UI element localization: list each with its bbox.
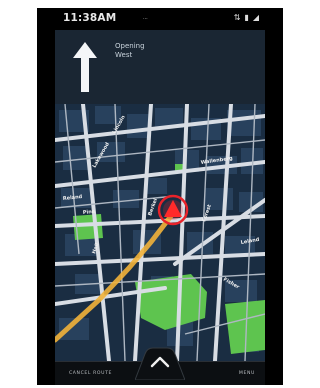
current-location-icon [157, 194, 189, 226]
phone-frame: 11:38AM ... ⇅ ▮ ◢ Opening West Lincoln W… [37, 8, 283, 385]
status-bar: 11:38AM ... ⇅ ▮ ◢ [55, 8, 265, 30]
menu-button[interactable]: MENU [239, 371, 255, 376]
expand-tab[interactable] [134, 344, 186, 381]
map-view[interactable]: Lincoln Wallenberg Lakewood Reland Pine … [55, 104, 265, 361]
status-icons: ⇅ ▮ ◢ [234, 13, 259, 23]
straight-up-arrow-icon [67, 38, 103, 96]
battery-icon: ▮ [244, 13, 249, 22]
direction-street: West [115, 51, 133, 59]
device-screen: 11:38AM ... ⇅ ▮ ◢ Opening West Lincoln W… [55, 8, 265, 385]
cancel-route-button[interactable]: CANCEL ROUTE [69, 371, 112, 376]
status-time: 11:38AM [63, 12, 117, 24]
direction-text: Opening West [115, 42, 145, 60]
signal-icon: ◢ [252, 13, 259, 22]
direction-banner[interactable]: Opening West [55, 30, 265, 104]
status-notification-text: ... [143, 15, 148, 21]
direction-instruction: Opening [115, 42, 145, 50]
sync-icon: ⇅ [233, 13, 241, 22]
